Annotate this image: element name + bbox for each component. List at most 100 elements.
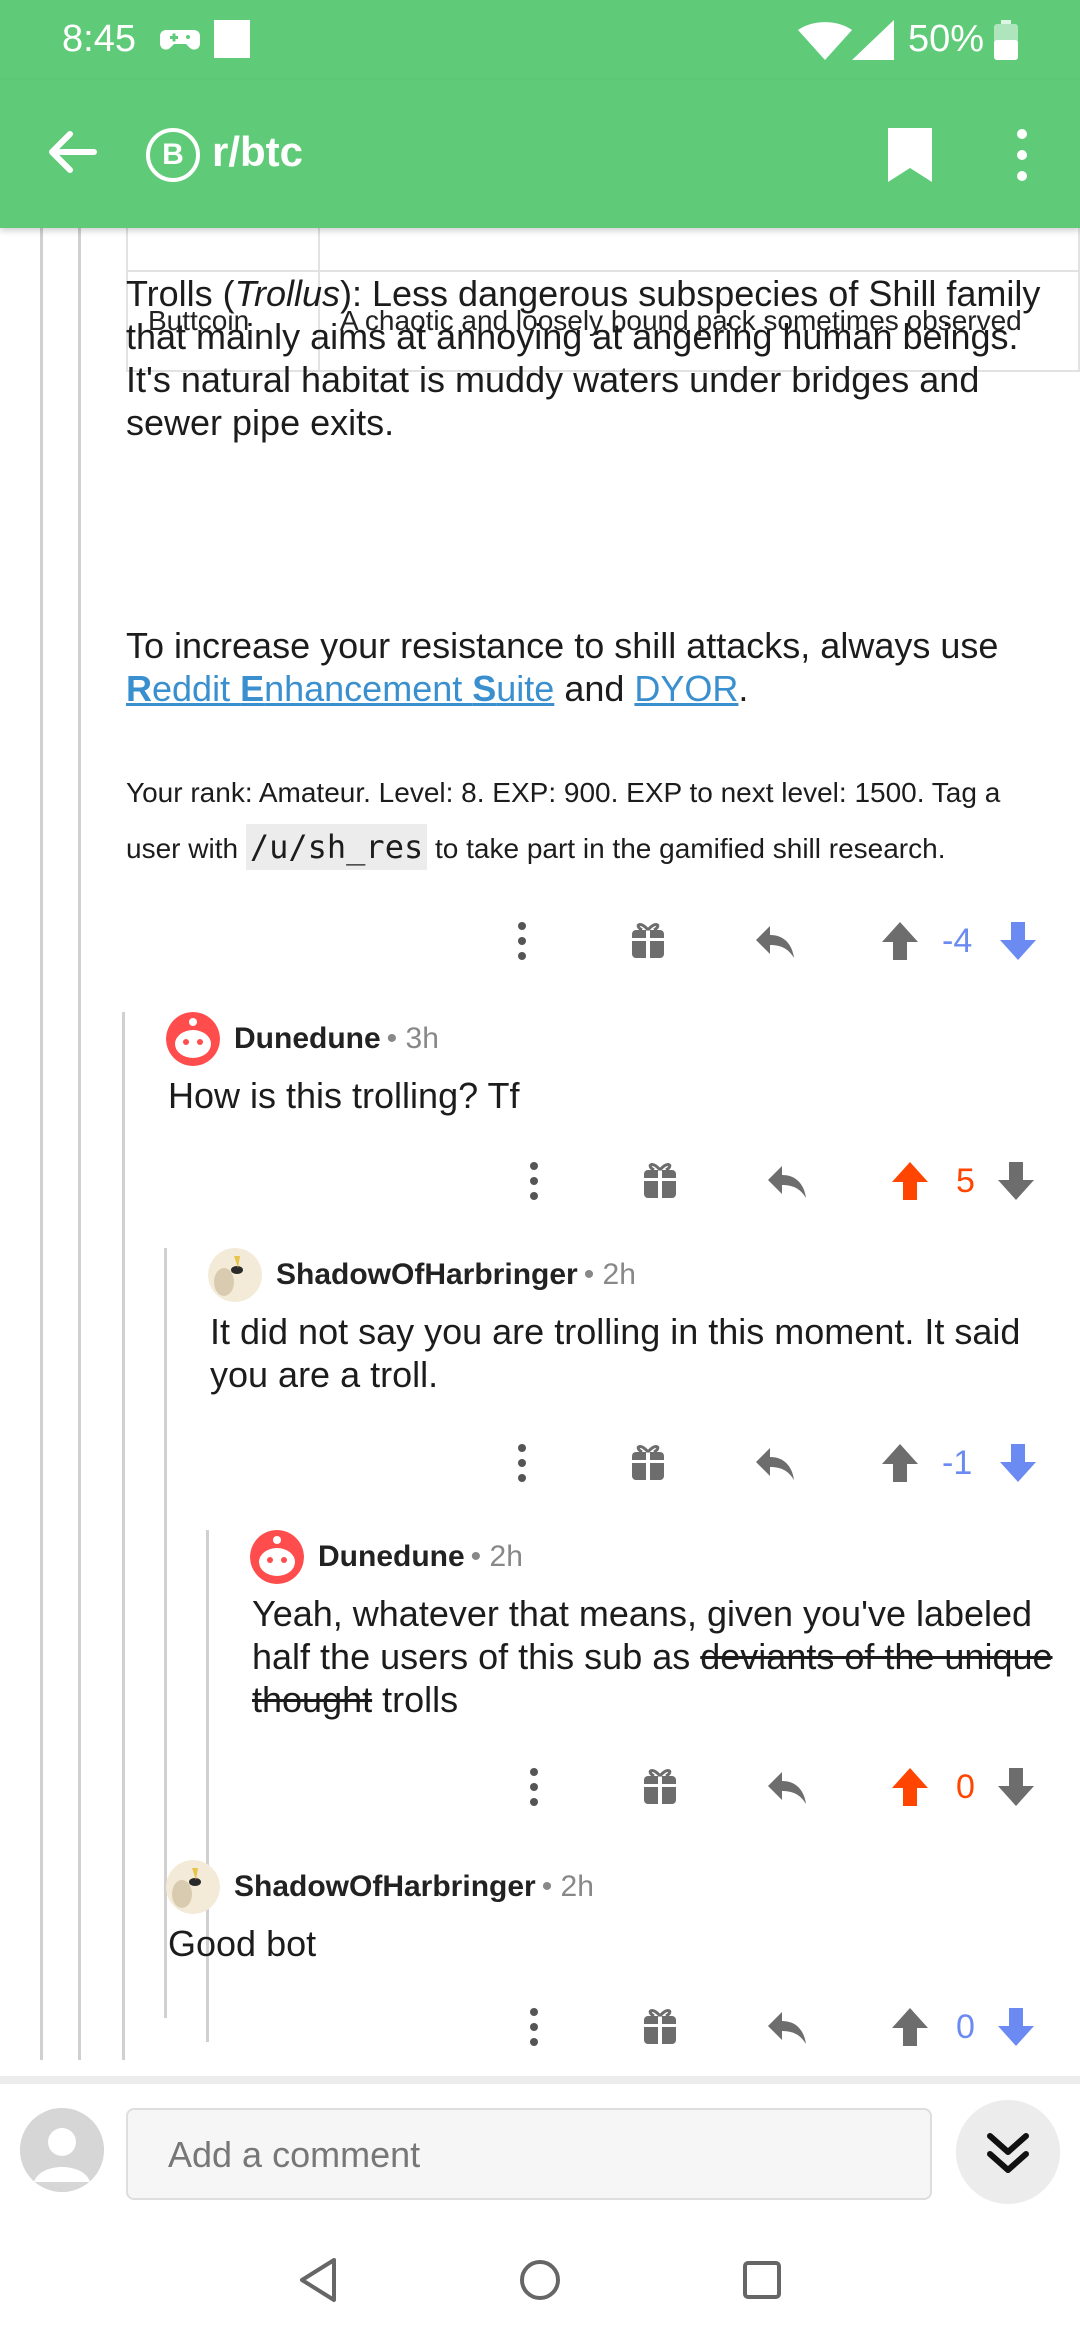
avatar[interactable] (166, 1860, 220, 1914)
text: and (554, 668, 635, 709)
link-initial: E (240, 668, 265, 709)
thread-rail (206, 1530, 209, 2042)
comment-age: • 2h (583, 1258, 636, 1291)
rank-text: Your rank: Amateur. Level: 8. EXP: 900. … (126, 766, 1046, 876)
bookmark-icon[interactable] (884, 124, 936, 186)
comment-header: ShadowOfHarbringer • 2h (208, 1248, 636, 1302)
comment-score: 5 (956, 1162, 975, 1200)
gift-icon[interactable] (630, 1438, 666, 1488)
avatar[interactable] (166, 1012, 220, 1066)
comment-author[interactable]: ShadowOfHarbringer (234, 1870, 536, 1904)
upvote-icon[interactable] (890, 2002, 930, 2052)
comment-age: • 2h (470, 1540, 523, 1573)
comment-body: It did not say you are trolling in this … (210, 1311, 1021, 1395)
reply-icon[interactable] (766, 2002, 808, 2052)
comment-actions: -1 (500, 1438, 1060, 1494)
comment-actions: 0 (510, 2002, 1060, 2058)
resistance-paragraph: To increase your resistance to shill att… (126, 624, 1046, 710)
user-avatar[interactable] (20, 2108, 104, 2192)
downvote-icon[interactable] (998, 916, 1038, 966)
subreddit-title[interactable]: r/btc (212, 128, 303, 176)
upvote-icon[interactable] (880, 916, 920, 966)
downvote-icon[interactable] (996, 1762, 1036, 1812)
avatar[interactable] (250, 1530, 304, 1584)
link-part: nhancement (264, 668, 473, 709)
downvote-icon[interactable] (996, 2002, 1036, 2052)
text: Trolls ( (126, 273, 235, 314)
thread-rail (122, 1012, 125, 2060)
gift-icon[interactable] (642, 1156, 678, 1206)
comment-thread[interactable]: Buttcoin A chaotic and loosely bound pac… (0, 228, 1080, 2060)
comment-author[interactable]: ShadowOfHarbringer (276, 1258, 578, 1292)
comment-body: Good bot (168, 1923, 317, 1964)
nav-back-icon[interactable] (298, 2256, 338, 2304)
link-part: uite (496, 668, 555, 709)
signal-icon (852, 20, 894, 60)
comment-body: Yeah, whatever that means, given you've … (252, 1592, 1060, 1721)
comment-actions: 0 (510, 1762, 1060, 1818)
comment-author[interactable]: Dunedune (318, 1540, 465, 1574)
link-part: eddit (152, 668, 241, 709)
comment-score: -4 (942, 922, 973, 960)
downvote-icon[interactable] (996, 1156, 1036, 1206)
comment-header: ShadowOfHarbringer • 2h (166, 1860, 594, 1914)
reply-icon[interactable] (766, 1156, 808, 1206)
back-arrow-icon[interactable] (40, 120, 104, 184)
text: trolls (372, 1679, 459, 1720)
app-bar: B r/btc (0, 80, 1080, 228)
nav-home-icon[interactable] (518, 2256, 562, 2304)
text: to take part in the gamified shill resea… (427, 833, 946, 864)
comment-actions: -4 (500, 916, 1060, 972)
wifi-icon (798, 22, 852, 60)
more-vert-icon[interactable] (526, 1762, 542, 1812)
status-time: 8:45 (62, 18, 136, 60)
reply-icon[interactable] (754, 1438, 796, 1488)
avatar[interactable] (208, 1248, 262, 1302)
table-cell (318, 228, 1080, 272)
more-vert-icon[interactable] (514, 1438, 530, 1488)
res-link[interactable]: Reddit Enhancement Suite (126, 668, 554, 709)
system-nav-bar (0, 2226, 1080, 2340)
status-bar: 8:45 50% (0, 0, 1080, 80)
reply-icon[interactable] (754, 916, 796, 966)
link-initial: S (472, 668, 497, 709)
upvote-icon[interactable] (890, 1156, 930, 1206)
thread-rail (78, 228, 81, 2060)
more-vert-icon[interactable] (526, 1156, 542, 1206)
downvote-icon[interactable] (998, 1438, 1038, 1488)
code-snippet: /u/sh_res (245, 824, 428, 870)
text: To increase your resistance to shill att… (126, 625, 999, 666)
battery-icon (994, 20, 1018, 60)
table-cell (126, 228, 320, 272)
upvote-icon[interactable] (890, 1762, 930, 1812)
comment-actions: 5 (510, 1156, 1060, 1212)
comment-score: -1 (942, 1444, 973, 1482)
notification-square-icon (214, 20, 250, 58)
comment-body: How is this trolling? Tf (168, 1075, 520, 1116)
link-initial: R (126, 668, 152, 709)
battery-percent: 50% (908, 18, 985, 60)
italic-text: Trollus (234, 273, 341, 314)
comment-score: 0 (956, 2008, 975, 2046)
nav-recents-icon[interactable] (742, 2256, 782, 2304)
trolls-paragraph: Trolls (Trollus): Less dangerous subspec… (126, 272, 1046, 444)
text: . (738, 668, 749, 709)
dyor-link[interactable]: DYOR (634, 668, 738, 709)
comment-composer: Add a comment (0, 2076, 1080, 2226)
more-vert-icon[interactable] (526, 2002, 542, 2052)
comment-input[interactable]: Add a comment (126, 2108, 932, 2200)
gift-icon[interactable] (642, 1762, 678, 1812)
upvote-icon[interactable] (880, 1438, 920, 1488)
comment-header: Dunedune • 2h (250, 1530, 523, 1584)
more-vert-icon[interactable] (1002, 124, 1042, 186)
gift-icon[interactable] (630, 916, 666, 966)
comment-author[interactable]: Dunedune (234, 1022, 381, 1056)
gift-icon[interactable] (642, 2002, 678, 2052)
bitcoin-icon[interactable]: B (146, 128, 200, 182)
reply-icon[interactable] (766, 1762, 808, 1812)
chevron-double-down-icon[interactable] (956, 2100, 1060, 2204)
comment-header: Dunedune • 3h (166, 1012, 439, 1066)
more-vert-icon[interactable] (514, 916, 530, 966)
comment-score: 0 (956, 1768, 975, 1806)
bitcoin-icon-letter: B (162, 138, 184, 171)
